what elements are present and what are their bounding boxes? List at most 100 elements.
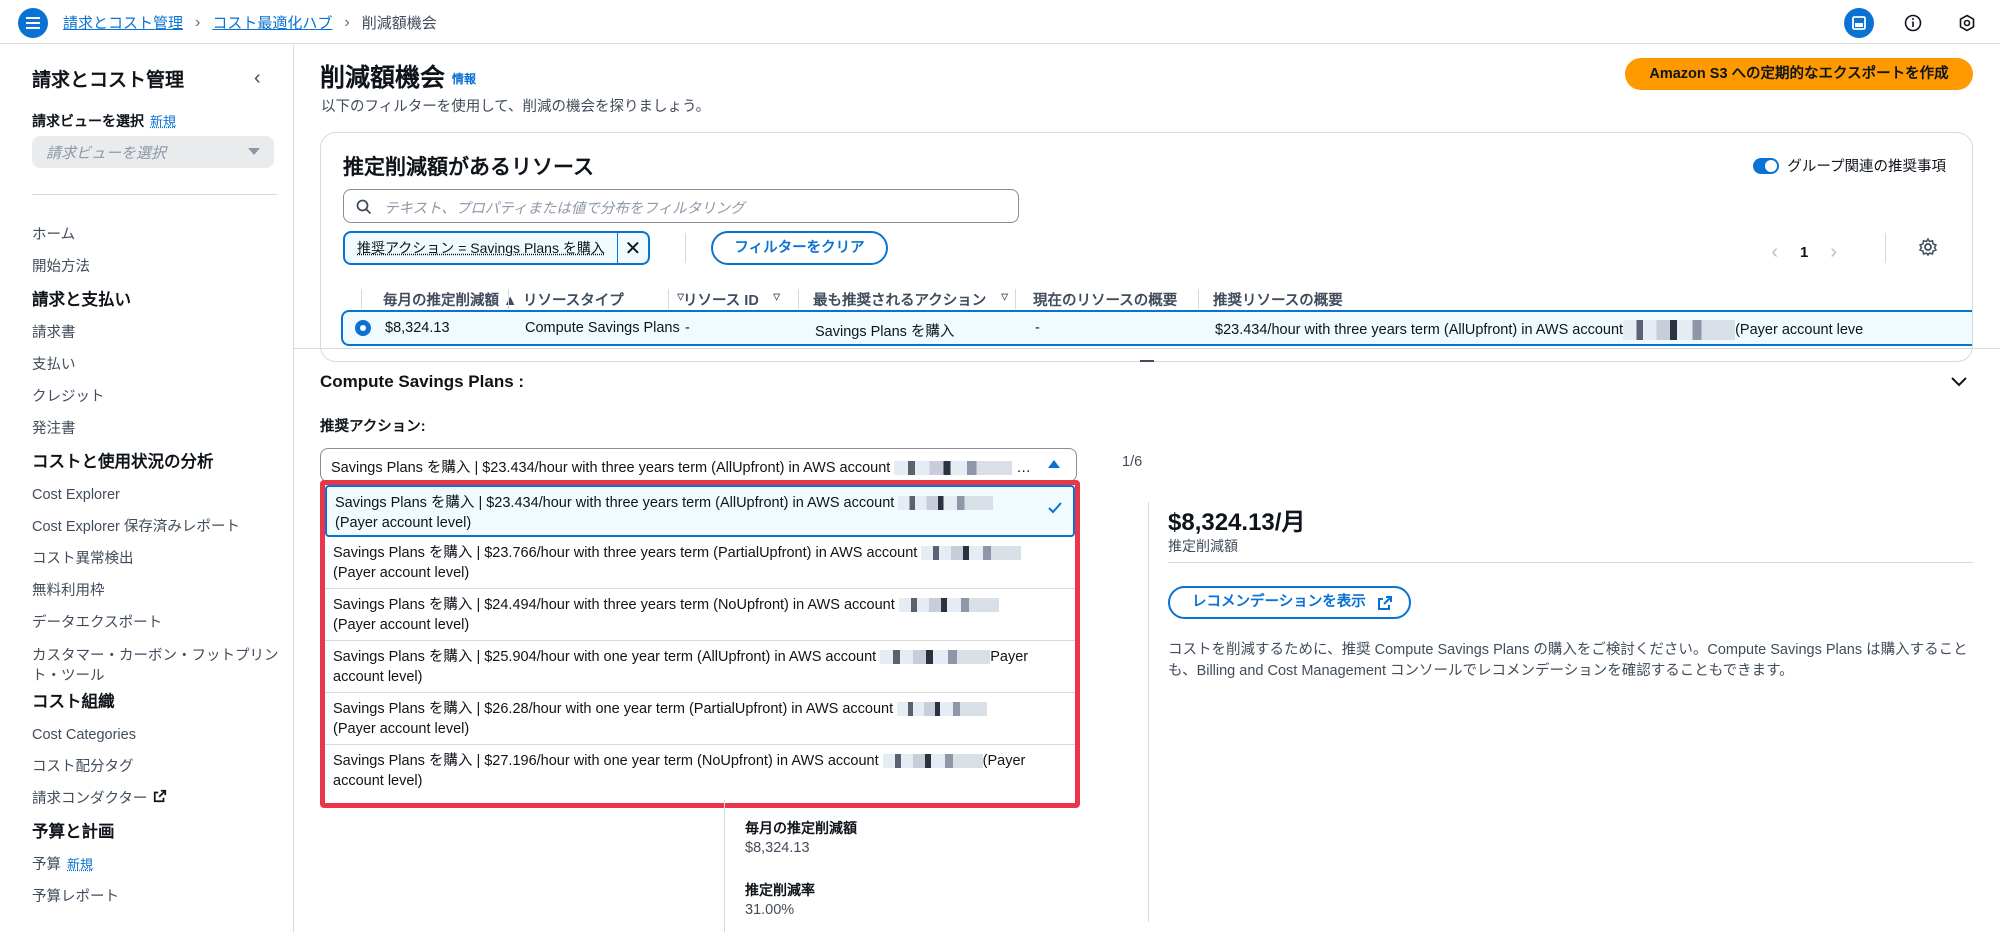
sidebar-item-13[interactable]: カスタマー・カーボン・フットプリント・ツール xyxy=(32,639,282,685)
dropdown-option[interactable]: Savings Plans を購入 | $26.28/hour with one… xyxy=(325,693,1075,745)
column-header[interactable]: 推奨リソースの概要 xyxy=(1213,289,1343,310)
close-icon[interactable]: ✕ xyxy=(618,233,648,263)
group-recommendations-toggle[interactable]: グループ関連の推奨事項 xyxy=(1753,155,1946,176)
metric-label: 毎月の推定削減額 xyxy=(745,820,857,836)
caret-up-icon[interactable] xyxy=(1048,460,1060,468)
redacted-account xyxy=(882,754,983,769)
check-icon xyxy=(1048,502,1062,514)
cell-current: - xyxy=(1035,320,1040,336)
sidebar-item-0[interactable]: ホーム xyxy=(32,219,282,251)
sidebar-section-heading: コストと使用状況の分析 xyxy=(32,445,282,479)
sidebar-nav: ホーム 開始方法 請求と支払い 請求書 支払い クレジット 発注書 コストと使用状況の分析 Co… xyxy=(32,219,282,913)
filter-search-input[interactable]: テキスト、プロパティまたは値で分布をフィルタリング xyxy=(343,189,1019,223)
sidebar-item-3[interactable]: 請求書 xyxy=(32,317,282,349)
create-export-button[interactable]: Amazon S3 への定期的なエクスポートを作成 xyxy=(1625,58,1973,90)
info-link[interactable]: 情報 xyxy=(452,70,476,87)
chevron-down-icon[interactable] xyxy=(1950,376,1968,388)
divider xyxy=(294,348,2000,349)
sidebar-item-4[interactable]: 支払い xyxy=(32,349,282,381)
sidebar-item-9[interactable]: Cost Explorer 保存済みレポート xyxy=(32,511,282,543)
filter-chip[interactable]: 推奨アクション = Savings Plans を購入 ✕ xyxy=(343,231,650,265)
resize-handle[interactable] xyxy=(1140,360,1154,362)
pagination: ‹ 1 › xyxy=(1771,241,1837,264)
sidebar-item-label: 発注書 xyxy=(32,421,76,437)
cell-savings: $8,324.13 xyxy=(385,320,450,336)
filter-chip-label[interactable]: 推奨アクション = Savings Plans を購入 xyxy=(345,233,618,263)
column-header[interactable]: リソースタイプ ▿ xyxy=(523,289,684,310)
sidebar-item-6[interactable]: 発注書 xyxy=(32,413,282,445)
settings-icon[interactable] xyxy=(1952,8,1982,38)
breadcrumb-billing[interactable]: 請求とコスト管理 xyxy=(63,12,183,33)
breadcrumb-cost-optimization-hub[interactable]: コスト最適化ハブ xyxy=(212,12,332,33)
billing-view-label: 請求ビューを選択 新規 xyxy=(32,113,177,129)
details-title: Compute Savings Plans : xyxy=(320,372,525,391)
chevron-right-icon[interactable]: › xyxy=(1830,241,1837,264)
sidebar-item-11[interactable]: 無料利用枠 xyxy=(32,575,282,607)
sort-ascending-icon: ▲ xyxy=(503,293,518,309)
sidebar-item-8[interactable]: Cost Explorer xyxy=(32,479,282,511)
view-recommendations-button[interactable]: レコメンデーションを表示 xyxy=(1168,586,1411,619)
breadcrumb: 請求とコスト管理 › コスト最適化ハブ › 削減額機会 xyxy=(63,12,437,33)
chevron-left-icon[interactable]: ‹ xyxy=(1771,241,1778,264)
redacted-account xyxy=(1623,320,1736,340)
sidebar-item-17[interactable]: 請求コンダクター xyxy=(32,783,282,815)
metric-value: $8,324.13 xyxy=(745,840,810,856)
divider xyxy=(724,800,725,932)
sidebar-item-label: 無料利用枠 xyxy=(32,583,105,599)
sidebar-item-label: 予算 xyxy=(32,857,61,873)
external-link-icon xyxy=(1378,596,1392,610)
toggle-switch[interactable] xyxy=(1753,157,1780,174)
cell-action: Savings Plans を購入 xyxy=(815,324,955,340)
info-icon[interactable] xyxy=(1898,8,1928,38)
sidebar-item-label: カスタマー・カーボン・フットプリント・ツール xyxy=(32,648,279,684)
cell-type: Compute Savings Plans xyxy=(525,320,680,336)
dropdown-option[interactable]: Savings Plans を購入 | $27.196/hour with on… xyxy=(325,745,1075,797)
option-count: 1/6 xyxy=(1122,454,1143,470)
metric-value: 31.00% xyxy=(745,902,795,918)
dropdown-option[interactable]: Savings Plans を購入 | $23.766/hour with th… xyxy=(325,537,1075,589)
clear-filters-button[interactable]: フィルターをクリア xyxy=(711,231,888,265)
column-header[interactable]: リソース ID ▿ xyxy=(683,289,780,310)
column-header[interactable]: 毎月の推定削減額 ▲ xyxy=(383,289,517,310)
gear-icon[interactable] xyxy=(1918,237,1938,257)
billing-view-select[interactable]: 請求ビューを選択 xyxy=(32,136,274,168)
cell-id: - xyxy=(685,320,690,336)
sidebar-item-1[interactable]: 開始方法 xyxy=(32,251,282,283)
sidebar-item-label: Cost Categories xyxy=(32,727,136,743)
sidebar-item-label: 支払い xyxy=(32,357,76,373)
breadcrumb-current: 削減額機会 xyxy=(361,15,437,32)
redacted-account xyxy=(897,702,988,717)
redacted-account xyxy=(898,598,999,613)
sidebar-item-12[interactable]: データエクスポート xyxy=(32,607,282,639)
sidebar-item-5[interactable]: クレジット xyxy=(32,381,282,413)
sidebar-item-label: 予算レポート xyxy=(32,889,119,905)
new-badge[interactable]: 新規 xyxy=(67,857,93,872)
panel-icon[interactable] xyxy=(1844,8,1874,38)
menu-icon[interactable] xyxy=(18,8,48,38)
monthly-savings-label: 推定削減額 xyxy=(1168,538,1238,554)
recommended-action-dropdown: Savings Plans を購入 | $23.434/hour with th… xyxy=(320,480,1080,808)
sidebar-item-19[interactable]: 予算 新規 xyxy=(32,849,282,881)
recommended-action-select[interactable]: Savings Plans を購入 | $23.434/hour with th… xyxy=(320,448,1077,482)
dropdown-option[interactable]: Savings Plans を購入 | $23.434/hour with th… xyxy=(325,485,1075,537)
recommended-action-label: 推奨アクション: xyxy=(320,419,426,435)
page-number[interactable]: 1 xyxy=(1800,244,1808,261)
dropdown-option[interactable]: Savings Plans を購入 | $25.904/hour with on… xyxy=(325,641,1075,693)
column-header[interactable]: 最も推奨されるアクション ▿ xyxy=(813,289,1008,310)
dropdown-option[interactable]: Savings Plans を購入 | $24.494/hour with th… xyxy=(325,589,1075,641)
table-header: 毎月の推定削減額 ▲ リソースタイプ ▿ リソース ID ▿ 最も推奨されるアクショ… xyxy=(343,283,1972,313)
sidebar-item-15[interactable]: Cost Categories xyxy=(32,719,282,751)
sidebar-item-20[interactable]: 予算レポート xyxy=(32,881,282,913)
sidebar-item-10[interactable]: コスト異常検出 xyxy=(32,543,282,575)
sidebar-item-label: ホーム xyxy=(32,227,76,243)
sidebar-item-label: 開始方法 xyxy=(32,259,90,275)
sidebar-section-heading: コスト組織 xyxy=(32,685,282,719)
sidebar-item-16[interactable]: コスト配分タグ xyxy=(32,751,282,783)
redacted-account xyxy=(921,546,1022,561)
new-badge[interactable]: 新規 xyxy=(150,114,176,129)
chevron-left-icon[interactable]: ‹ xyxy=(254,67,261,90)
cell-recommended: $23.434/hour with three years term (AllU… xyxy=(1215,320,1863,340)
column-header[interactable]: 現在のリソースの概要 xyxy=(1033,289,1177,310)
table-row[interactable]: $8,324.13 Compute Savings Plans - Saving… xyxy=(341,310,1972,346)
row-radio[interactable] xyxy=(355,320,371,336)
